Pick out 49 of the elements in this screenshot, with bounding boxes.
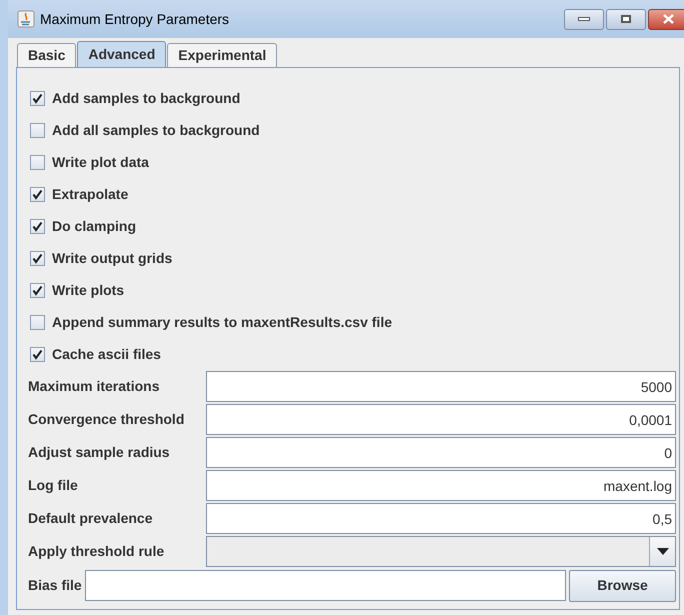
checkbox[interactable]	[30, 282, 45, 298]
checkbox[interactable]	[30, 314, 45, 330]
checkmark-icon	[32, 92, 43, 104]
checkbox-label: Write output grids	[52, 248, 172, 268]
checkmark-icon	[32, 188, 43, 200]
checkbox-label: Extrapolate	[52, 184, 128, 204]
input-field[interactable]: 0,0001	[206, 404, 676, 435]
dropdown[interactable]	[206, 536, 676, 567]
checkbox-label: Do clamping	[52, 216, 136, 236]
input-field[interactable]	[84, 570, 566, 601]
caret-icon	[656, 548, 668, 555]
field-label: Default prevalence	[27, 509, 154, 528]
close-button[interactable]	[648, 8, 684, 30]
checkbox[interactable]	[30, 90, 45, 106]
field-label: Log file	[27, 476, 79, 495]
tab[interactable]: Advanced	[77, 41, 166, 67]
checkbox[interactable]	[30, 154, 45, 170]
field-label: Adjust sample radius	[27, 443, 171, 462]
close-icon	[662, 14, 674, 24]
input-field[interactable]: 0	[206, 437, 676, 468]
checkbox-label: Append summary results to maxentResults.csv file	[52, 312, 392, 332]
checkbox[interactable]	[30, 218, 45, 234]
checkmark-icon	[32, 348, 43, 360]
field-label: Bias file	[27, 576, 82, 595]
checkmark-icon	[32, 220, 43, 232]
checkmark-icon	[32, 252, 43, 264]
minimize-button[interactable]	[564, 8, 604, 30]
checkbox-label: Cache ascii files	[52, 344, 161, 364]
checkbox-label: Add all samples to background	[52, 120, 260, 140]
input-field[interactable]: maxent.log	[206, 470, 676, 501]
browse-button[interactable]: Browse	[569, 570, 676, 602]
checkbox[interactable]	[30, 250, 45, 266]
field-label: Maximum iterations	[27, 377, 160, 396]
input-field[interactable]: 5000	[206, 371, 676, 402]
app-icon	[17, 10, 35, 28]
checkbox[interactable]	[30, 186, 45, 202]
tab[interactable]: Experimental	[167, 43, 278, 67]
maximize-button[interactable]	[606, 8, 646, 30]
checkbox-label: Write plots	[52, 280, 124, 300]
checkbox-label: Add samples to background	[52, 88, 240, 108]
tab[interactable]: Basic	[17, 43, 76, 67]
checkbox[interactable]	[30, 122, 45, 138]
field-label: Convergence threshold	[27, 410, 186, 429]
window-title: Maximum Entropy Parameters	[40, 10, 230, 29]
input-field[interactable]: 0,5	[206, 503, 676, 534]
checkmark-icon	[32, 284, 43, 296]
field-label: Apply threshold rule	[27, 542, 166, 561]
checkbox-label: Write plot data	[52, 152, 149, 172]
checkbox[interactable]	[30, 346, 45, 362]
